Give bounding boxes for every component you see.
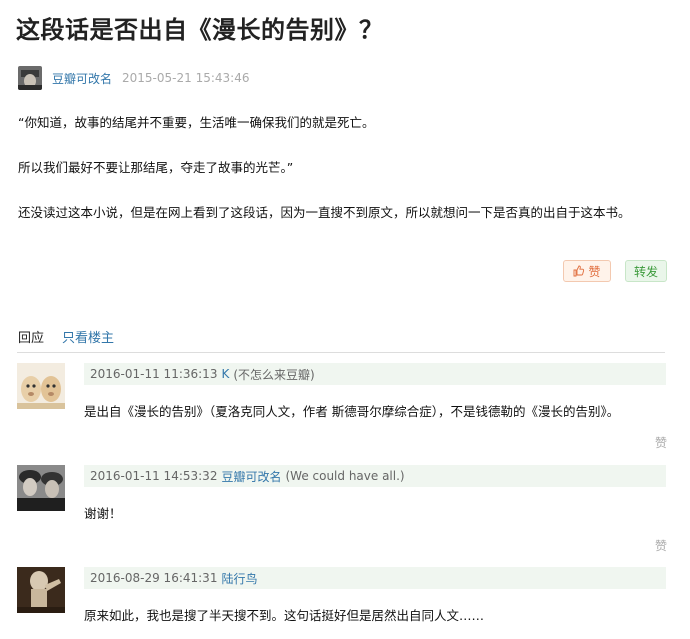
reply-timestamp: 2016-01-11 11:36:13 xyxy=(90,367,218,381)
post-paragraph: 所以我们最好不要让那结尾，夺走了故事的光芒。” xyxy=(18,160,294,175)
post-title: 这段话是否出自《漫长的告别》？ xyxy=(16,16,384,44)
post-timestamp: 2015-05-21 15:43:46 xyxy=(122,71,250,85)
reply-like-button[interactable]: 赞 xyxy=(655,537,667,554)
reply-text: 谢谢！ xyxy=(84,506,122,521)
reply-author-link[interactable]: 陆行鸟 xyxy=(221,570,257,587)
reply-timestamp: 2016-01-11 14:53:32 xyxy=(90,469,218,483)
reply-text: 是出自《漫长的告别》（夏洛克同人文，作者 斯德哥尔摩综合症），不是钱德勒的《漫长… xyxy=(84,404,620,419)
reply-meta: 2016-01-11 14:53:32 豆瓣可改名 (We could have… xyxy=(84,465,666,487)
reply-timestamp: 2016-08-29 16:41:31 xyxy=(90,571,218,585)
reply-avatar[interactable] xyxy=(17,363,65,409)
reply-item: 2016-01-11 14:53:32 豆瓣可改名 (We could have… xyxy=(17,465,667,560)
reply-item: 2016-01-11 11:36:13 K (不怎么来豆瓣) 是出自《漫长的告别… xyxy=(17,363,667,458)
like-button-label: 赞 xyxy=(588,264,601,279)
tab-op-only[interactable]: 只看楼主 xyxy=(62,327,114,346)
reply-like-button[interactable]: 赞 xyxy=(655,434,667,451)
reply-author-signature: (不怎么来豆瓣) xyxy=(233,367,315,382)
reply-author-link[interactable]: 豆瓣可改名 xyxy=(221,468,281,485)
author-name-link[interactable]: 豆瓣可改名 xyxy=(52,70,112,87)
reply-author-link[interactable]: K xyxy=(221,367,229,381)
reply-avatar[interactable] xyxy=(17,465,65,511)
divider xyxy=(17,352,665,353)
author-avatar[interactable] xyxy=(18,66,42,90)
reply-meta: 2016-01-11 11:36:13 K (不怎么来豆瓣) xyxy=(84,363,666,385)
thumbs-up-icon xyxy=(574,265,585,277)
reply-meta: 2016-08-29 16:41:31 陆行鸟 xyxy=(84,567,666,589)
reply-text: 原来如此，我也是搜了半天搜不到。这句话挺好但是居然出自同人文…… xyxy=(84,608,485,623)
reply-tabs: 回应 只看楼主 xyxy=(18,327,114,346)
author-row: 豆瓣可改名 2015-05-21 15:43:46 xyxy=(18,66,249,90)
share-button[interactable]: 转发 xyxy=(625,260,667,282)
like-button[interactable]: 赞 xyxy=(563,260,611,282)
reply-author-signature: (We could have all.) xyxy=(285,469,405,483)
post-paragraph: “你知道，故事的结尾并不重要，生活唯一确保我们的就是死亡。 xyxy=(18,115,375,130)
post-paragraph: 还没读过这本小说，但是在网上看到了这段话，因为一直搜不到原文，所以就想问一下是否… xyxy=(18,205,631,220)
reply-avatar[interactable] xyxy=(17,567,65,613)
tab-replies[interactable]: 回应 xyxy=(18,327,44,346)
reply-item: 2016-08-29 16:41:31 陆行鸟 原来如此，我也是搜了半天搜不到。… xyxy=(17,567,667,639)
